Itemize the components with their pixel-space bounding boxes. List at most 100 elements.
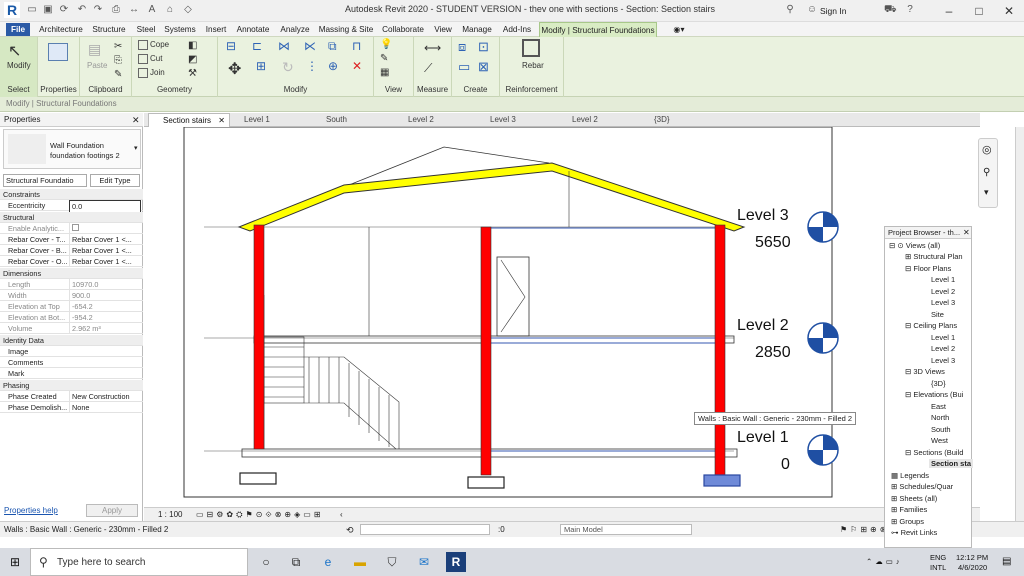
- drawing-canvas[interactable]: Level 3 5650 Level 2 2850 Level 1 0: [144, 126, 980, 507]
- store-icon[interactable]: ⛉: [382, 552, 402, 572]
- revit-taskbar-icon[interactable]: R: [446, 552, 466, 572]
- type-selector[interactable]: Wall Foundation foundation footings 2 ▾: [3, 129, 141, 169]
- pb-floor-level-1[interactable]: Level 1: [931, 275, 955, 284]
- prop-eccentricity[interactable]: Eccentricity 0.0: [0, 200, 143, 213]
- tab-level-1[interactable]: Level 1: [230, 113, 310, 127]
- paint-icon[interactable]: ◩: [188, 54, 197, 65]
- copy-element-icon[interactable]: ⧉: [328, 39, 337, 54]
- left-wall[interactable]: [253, 224, 265, 450]
- file-explorer-icon[interactable]: ▬: [350, 552, 370, 572]
- stairs[interactable]: [263, 336, 400, 450]
- selection-options-icons[interactable]: ⚑⚐⊞⊕⊗: [840, 525, 889, 534]
- level-3-head[interactable]: [807, 211, 839, 243]
- revit-logo-icon[interactable]: R: [4, 2, 20, 18]
- level-2-elevation[interactable]: 2850: [755, 344, 791, 361]
- level-2-head[interactable]: [807, 322, 839, 354]
- right-wall[interactable]: [714, 224, 726, 476]
- pb-elevation-west[interactable]: West: [931, 436, 948, 445]
- prop-comments[interactable]: Comments: [0, 357, 143, 368]
- section-structural[interactable]: Structural: [0, 212, 143, 223]
- prop-image[interactable]: Image: [0, 346, 143, 357]
- sign-in-link[interactable]: Sign In: [820, 6, 846, 16]
- instance-filter-select[interactable]: Structural Foundatio: [3, 174, 87, 187]
- level-2-name[interactable]: Level 2: [737, 317, 789, 334]
- tab-view[interactable]: View: [432, 22, 454, 37]
- close-browser-icon[interactable]: ✕: [963, 228, 970, 237]
- copy-icon[interactable]: ⎘: [114, 55, 122, 66]
- roof[interactable]: [237, 162, 746, 232]
- properties-button[interactable]: Properties: [38, 85, 79, 94]
- tab-manage[interactable]: Manage: [460, 22, 494, 37]
- close-tab-icon[interactable]: ✕: [218, 114, 225, 128]
- pb-legends[interactable]: ▦ Legends: [891, 471, 929, 480]
- clock-time[interactable]: 12:12 PM: [956, 553, 988, 562]
- paste-button[interactable]: Paste: [87, 61, 107, 70]
- modify-cursor-icon[interactable]: ↖: [8, 41, 21, 61]
- prop-rebar-cover-bottom[interactable]: Rebar Cover - B... Rebar Cover 1 <...: [0, 245, 143, 256]
- scale-selector[interactable]: 1 : 100: [158, 508, 182, 522]
- undo-icon[interactable]: ↶: [76, 4, 88, 16]
- section-dimensions[interactable]: Dimensions: [0, 268, 143, 279]
- open-icon[interactable]: ▭: [26, 4, 38, 16]
- pb-elevation-north[interactable]: North: [931, 413, 949, 422]
- pb-groups[interactable]: ⊞ Groups: [891, 517, 924, 526]
- vertical-scrollbar[interactable]: [1015, 127, 1024, 521]
- offset-icon[interactable]: ⊏: [252, 39, 262, 53]
- print-icon[interactable]: ⎙: [110, 4, 122, 16]
- align-icon[interactable]: ⊟: [226, 39, 236, 53]
- measure-between-icon[interactable]: ⟷: [424, 41, 441, 55]
- mirror-icon[interactable]: ⋈: [278, 39, 290, 53]
- array-icon[interactable]: ⋮: [306, 59, 318, 73]
- tab-section-stairs[interactable]: Section stairs ✕: [148, 113, 230, 127]
- workset-select[interactable]: [360, 524, 490, 535]
- tab-level-2[interactable]: Level 2: [390, 113, 470, 127]
- pb-floor-plans[interactable]: ⊟ Floor Plans: [905, 264, 951, 273]
- upper-room-outline[interactable]: [488, 227, 720, 339]
- pb-3d-views[interactable]: ⊟ 3D Views: [905, 367, 945, 376]
- properties-help-link[interactable]: Properties help: [4, 506, 58, 515]
- search-icon[interactable]: ⚲: [784, 4, 796, 16]
- task-view-icon[interactable]: ⧉: [286, 552, 306, 572]
- help-icon[interactable]: ?: [904, 4, 916, 16]
- pb-section-stairs[interactable]: Section sta: [929, 459, 974, 468]
- section-identity-data[interactable]: Identity Data: [0, 335, 143, 346]
- taskbar-search[interactable]: ⚲ Type here to search: [30, 548, 248, 576]
- center-wall[interactable]: [480, 226, 492, 476]
- ribbon-options-icon[interactable]: ◉▾: [668, 22, 690, 37]
- section-icon[interactable]: ◇: [182, 4, 194, 16]
- pb-structural-plan[interactable]: ⊞ Structural Plan: [905, 252, 963, 261]
- create-parts-icon[interactable]: ⊡: [478, 39, 489, 55]
- maximize-button[interactable]: □: [964, 0, 994, 22]
- paste-icon[interactable]: ▤: [88, 41, 101, 58]
- door[interactable]: [496, 256, 530, 337]
- delete-icon[interactable]: ✕: [352, 59, 362, 73]
- prop-mark[interactable]: Mark: [0, 368, 143, 379]
- edit-type-button[interactable]: Edit Type: [90, 174, 140, 187]
- override-icon[interactable]: ✎: [380, 53, 388, 64]
- tab-analyze[interactable]: Analyze: [278, 22, 312, 37]
- prop-enable-analytical[interactable]: Enable Analytic...: [0, 223, 143, 234]
- pb-floor-site[interactable]: Site: [931, 310, 944, 319]
- lower-room-outline[interactable]: [488, 342, 720, 452]
- level-1-head[interactable]: [807, 434, 839, 466]
- worksharing-icon[interactable]: ⟲: [346, 525, 354, 536]
- cope-button[interactable]: Cope: [138, 40, 169, 50]
- footing-right-selected[interactable]: [703, 474, 741, 487]
- language-region[interactable]: INTL: [930, 563, 946, 572]
- properties-icon[interactable]: [48, 43, 68, 61]
- tab-annotate[interactable]: Annotate: [234, 22, 272, 37]
- footing-left[interactable]: [239, 472, 277, 485]
- tab-steel[interactable]: Steel: [134, 22, 158, 37]
- pb-ceiling-level-2[interactable]: Level 2: [931, 344, 955, 353]
- sync-icon[interactable]: ⟳: [58, 4, 70, 16]
- cut-geometry-button[interactable]: Cut: [138, 54, 162, 64]
- pb-sheets[interactable]: ⊞ Sheets (all): [891, 494, 937, 503]
- prop-phase-demolished[interactable]: Phase Demolish... None: [0, 402, 143, 413]
- tab-modify-structural-foundations[interactable]: Modify | Structural Foundations: [539, 22, 657, 37]
- pb-ceiling-plans[interactable]: ⊟ Ceiling Plans: [905, 321, 957, 330]
- select-dropdown[interactable]: Select: [0, 85, 37, 94]
- minimize-button[interactable]: –: [934, 0, 964, 22]
- scroll-left-icon[interactable]: ‹: [340, 508, 343, 522]
- pb-3d-default[interactable]: {3D}: [931, 379, 946, 388]
- pb-ceiling-level-1[interactable]: Level 1: [931, 333, 955, 342]
